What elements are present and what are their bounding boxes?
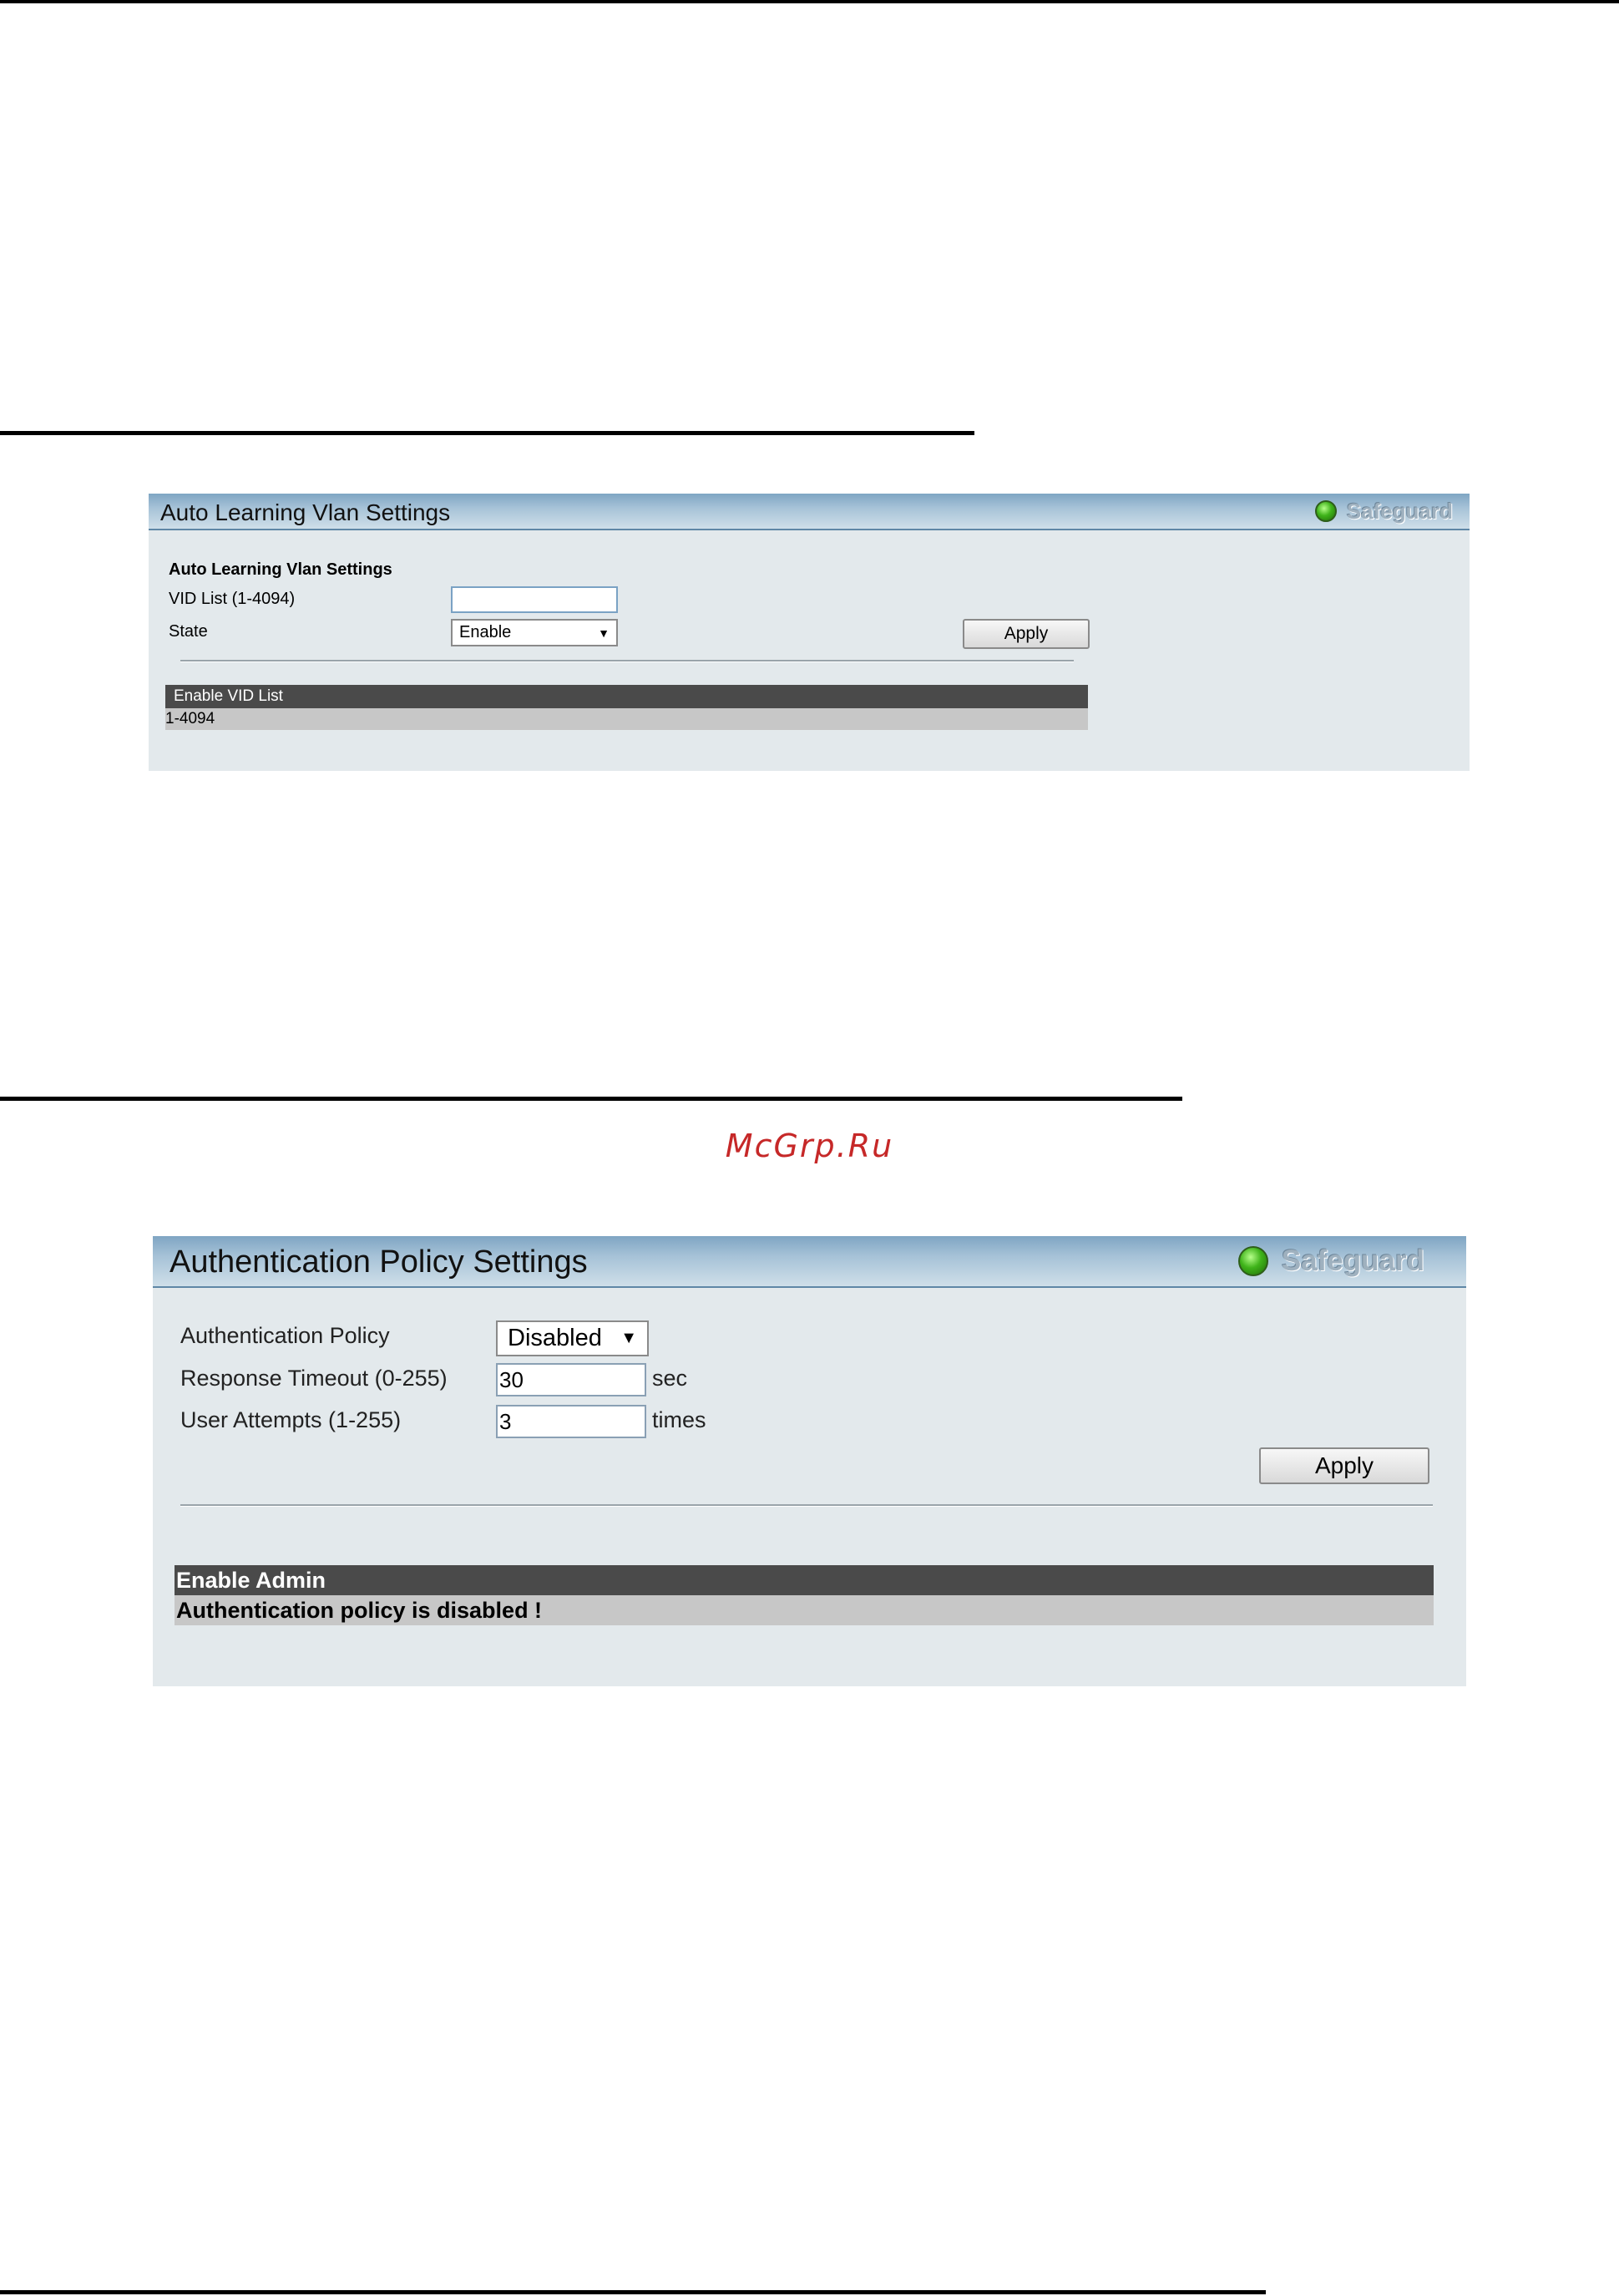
safeguard-indicator[interactable]: Safeguard xyxy=(1237,1244,1424,1278)
section-rule-2 xyxy=(0,1097,1182,1101)
divider xyxy=(180,660,1074,662)
apply-button[interactable]: Apply xyxy=(963,619,1090,649)
table-row: 1-4094 xyxy=(165,708,1088,730)
vid-list-input[interactable] xyxy=(451,586,618,613)
safeguard-label: Safeguard xyxy=(1281,1244,1424,1277)
safeguard-icon xyxy=(1314,500,1337,522)
safeguard-icon xyxy=(1237,1246,1268,1276)
response-timeout-label: Response Timeout (0-255) xyxy=(180,1366,448,1391)
panel-title: Authentication Policy Settings xyxy=(169,1244,588,1280)
vid-table-header-label: Enable VID List xyxy=(174,687,283,705)
watermark-text: McGrp.Ru xyxy=(725,1128,894,1164)
panel-header: Authentication Policy Settings Safeguard xyxy=(153,1236,1466,1288)
authentication-policy-panel: Authentication Policy Settings Safeguard… xyxy=(153,1236,1466,1686)
table-row: Authentication policy is disabled ! xyxy=(175,1595,1434,1625)
state-label: State xyxy=(169,622,208,641)
section-title: Auto Learning Vlan Settings xyxy=(169,560,392,579)
auto-learning-vlan-panel: Auto Learning Vlan Settings Safeguard Au… xyxy=(149,494,1470,771)
section-rule-3 xyxy=(0,2290,1266,2294)
panel-header: Auto Learning Vlan Settings Safeguard xyxy=(149,494,1470,530)
chevron-down-icon: ▼ xyxy=(620,1329,637,1347)
user-attempts-label: User Attempts (1-255) xyxy=(180,1407,402,1432)
safeguard-label: Safeguard xyxy=(1346,498,1453,524)
timeout-unit: sec xyxy=(652,1366,688,1391)
state-selected-value: Enable xyxy=(459,623,512,641)
authentication-status-message: Authentication policy is disabled ! xyxy=(176,1597,543,1623)
state-select[interactable]: Enable ▼ xyxy=(451,619,618,646)
top-rule xyxy=(0,0,1619,3)
vid-table-header: Enable VID List xyxy=(165,685,1088,708)
attempts-unit: times xyxy=(652,1407,706,1432)
authentication-policy-label: Authentication Policy xyxy=(180,1323,390,1348)
response-timeout-input[interactable] xyxy=(496,1363,646,1396)
section-rule-1 xyxy=(0,431,974,435)
user-attempts-input[interactable] xyxy=(496,1405,646,1438)
vid-list-label: VID List (1-4094) xyxy=(169,590,296,608)
panel-title: Auto Learning Vlan Settings xyxy=(160,499,451,525)
apply-button[interactable]: Apply xyxy=(1259,1447,1429,1484)
enable-admin-header-label: Enable Admin xyxy=(176,1567,326,1593)
enable-admin-header: Enable Admin xyxy=(175,1565,1434,1595)
divider xyxy=(180,1504,1433,1507)
safeguard-indicator[interactable]: Safeguard xyxy=(1314,498,1453,525)
chevron-down-icon: ▼ xyxy=(598,626,610,640)
policy-selected-value: Disabled xyxy=(508,1325,602,1351)
vid-range-cell: 1-4094 xyxy=(165,710,215,727)
authentication-policy-select[interactable]: Disabled ▼ xyxy=(496,1320,649,1356)
